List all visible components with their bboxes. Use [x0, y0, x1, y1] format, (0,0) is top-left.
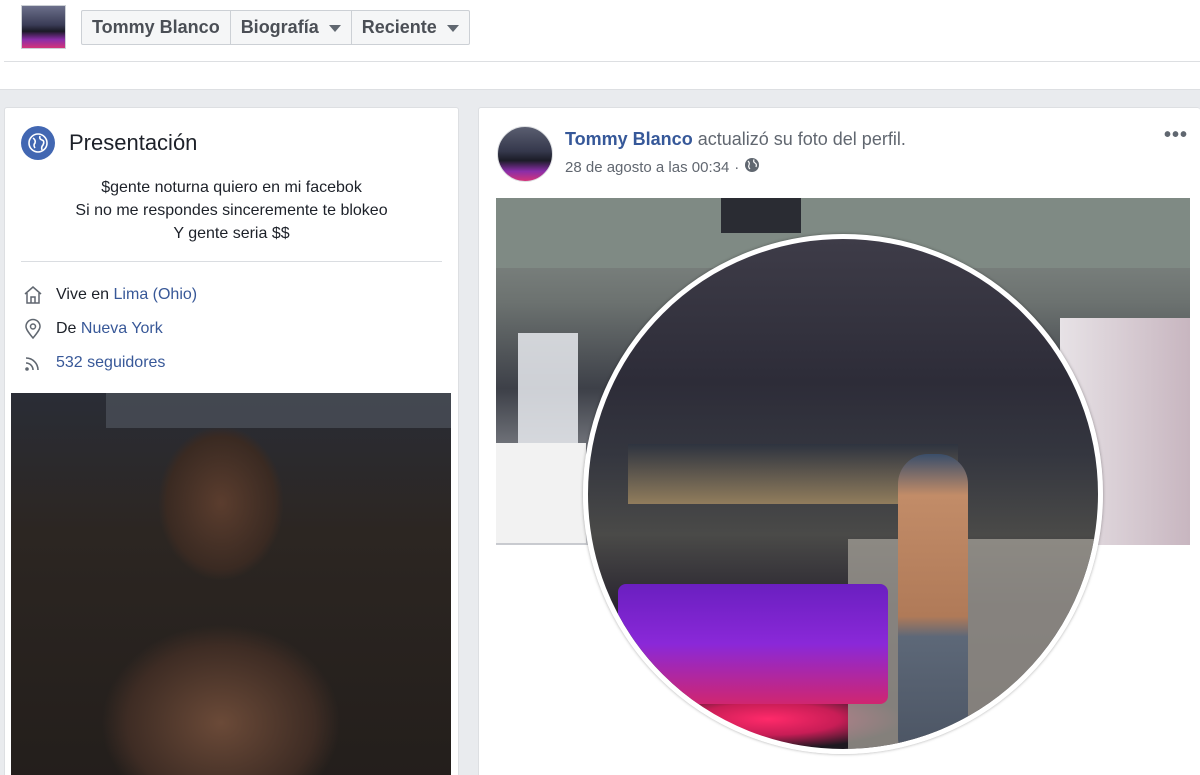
- header-divider: [4, 61, 1200, 62]
- followers-row: 532 seguidores: [21, 351, 165, 375]
- meta-separator: ·: [734, 158, 740, 176]
- profile-sticky-header: Tommy Blanco Biografía Reciente: [0, 0, 1200, 90]
- bio-line: Y gente seria $$: [173, 225, 290, 242]
- profile-picture-post: Tommy Blanco actualizó su foto del perfi…: [478, 107, 1200, 775]
- public-globe-icon[interactable]: [744, 157, 760, 177]
- bio-line: Si no me respondes sinceremente te bloke…: [75, 202, 388, 219]
- breadcrumb-label: Tommy Blanco: [92, 17, 220, 37]
- photo-detail: [518, 333, 578, 443]
- from-label: De: [56, 320, 77, 337]
- from-row: De Nueva York: [21, 317, 163, 341]
- photo-detail: [721, 198, 801, 233]
- photo-detail: [618, 584, 888, 704]
- bio-line: $gente noturna quiero en mi facebok: [101, 179, 362, 196]
- caret-down-icon: [328, 25, 341, 32]
- followers-link[interactable]: 532 seguidores: [56, 354, 165, 372]
- breadcrumb-recent-dropdown[interactable]: Reciente: [352, 11, 469, 44]
- lives-in-link[interactable]: Lima (Ohio): [114, 286, 198, 304]
- breadcrumb-timeline-dropdown[interactable]: Biografía: [231, 11, 352, 44]
- post-timestamp[interactable]: 28 de agosto a las 00:34: [565, 159, 729, 176]
- bio-text: $gente noturna quiero en mi facebok Si n…: [21, 176, 442, 245]
- intro-divider: [21, 261, 442, 262]
- breadcrumb-label: Biografía: [240, 17, 319, 37]
- location-pin-icon: [21, 317, 45, 341]
- intro-featured-photo[interactable]: [11, 393, 451, 775]
- globe-icon: [21, 126, 55, 160]
- post-headline: Tommy Blanco actualizó su foto del perfi…: [565, 129, 906, 150]
- breadcrumb-profile-name[interactable]: Tommy Blanco: [82, 11, 231, 44]
- caret-down-icon: [446, 25, 459, 32]
- home-icon: [21, 283, 45, 307]
- profile-picture[interactable]: [583, 234, 1103, 754]
- avatar[interactable]: [497, 126, 553, 182]
- rss-followers-icon: [21, 351, 45, 375]
- post-author-link[interactable]: Tommy Blanco: [565, 129, 693, 149]
- breadcrumb-label: Reciente: [361, 17, 437, 37]
- breadcrumb: Tommy Blanco Biografía Reciente: [81, 10, 470, 45]
- post-meta: 28 de agosto a las 00:34 ·: [565, 157, 760, 177]
- lives-in-row: Vive en Lima (Ohio): [21, 283, 197, 307]
- photo-detail: [496, 443, 586, 543]
- intro-header: Presentación: [21, 126, 197, 160]
- from-link[interactable]: Nueva York: [81, 320, 163, 338]
- post-action-text: actualizó su foto del perfil.: [697, 129, 906, 149]
- photo-detail: [106, 393, 451, 428]
- profile-thumbnail[interactable]: [21, 5, 66, 49]
- intro-title: Presentación: [69, 130, 198, 155]
- more-options-icon[interactable]: •••: [1164, 124, 1188, 147]
- intro-card: Presentación $gente noturna quiero en mi…: [4, 107, 459, 775]
- lives-in-label: Vive en: [56, 286, 110, 303]
- photo-detail: [898, 454, 968, 749]
